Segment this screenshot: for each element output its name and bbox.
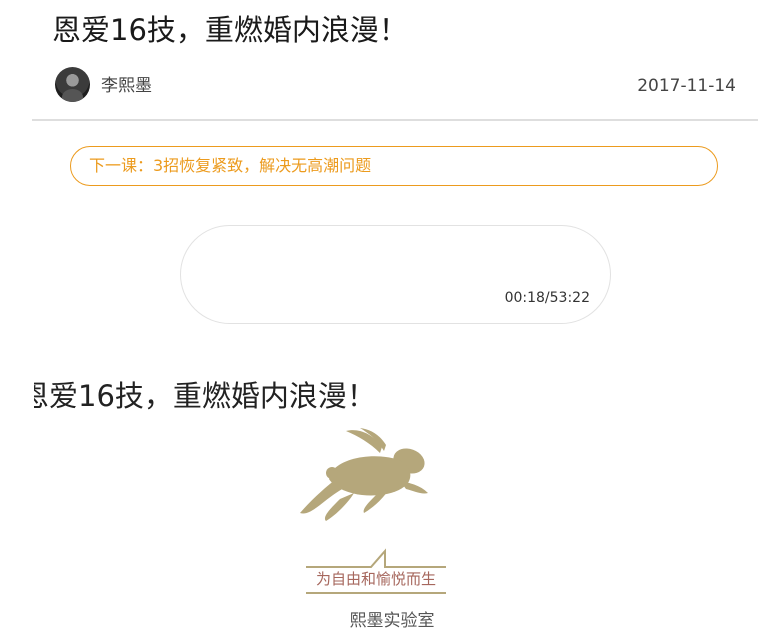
content-heading: 恩爱16技，重燃婚内浪漫！ <box>34 374 764 418</box>
player-time: 00:18/53:22 <box>504 290 590 306</box>
audio-player[interactable]: 00:18/53:22 <box>180 225 611 324</box>
slogan-text: 为自由和愉悦而生 <box>315 570 436 588</box>
next-lesson-button[interactable]: 下一课：3招恢复紧致，解决无高潮问题 <box>70 146 718 186</box>
rabbit-logo-icon <box>300 428 428 521</box>
lab-name: 熙墨实验室 <box>349 611 435 631</box>
content-heading-text: 恩爱16技，重燃婚内浪漫！ <box>34 379 376 413</box>
author-name[interactable]: 李熙墨 <box>101 75 152 97</box>
article-title: 恩爱16技，重燃婚内浪漫！ <box>52 13 408 47</box>
publish-date: 2017-11-14 <box>637 76 736 96</box>
header-divider <box>32 119 758 121</box>
author-avatar[interactable] <box>55 67 90 102</box>
